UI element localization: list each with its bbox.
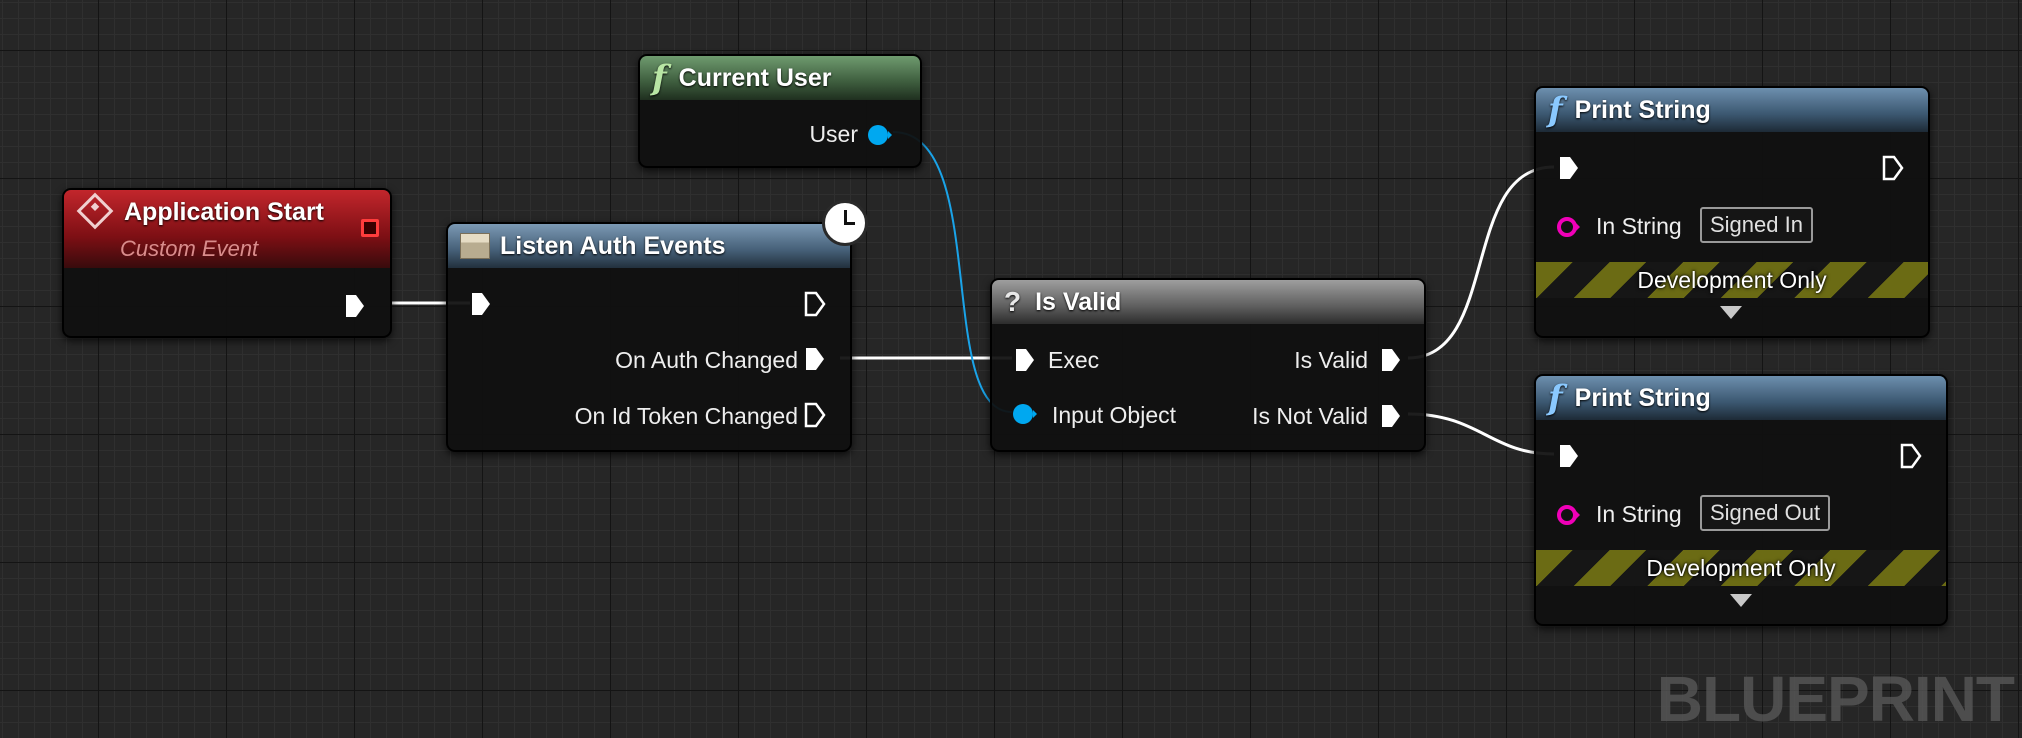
function-icon: f xyxy=(652,58,667,98)
string-in-pin[interactable] xyxy=(1556,502,1582,528)
in-string-input[interactable]: Signed In xyxy=(1700,207,1813,243)
expand-arrow-icon[interactable] xyxy=(1720,306,1742,319)
replicate-stop-icon xyxy=(361,219,379,237)
node-header: f Current User xyxy=(640,56,920,100)
exec-out-pin[interactable] xyxy=(804,291,826,317)
node-title: Listen Auth Events xyxy=(500,231,726,260)
exec-in-pin[interactable] xyxy=(470,291,492,317)
node-title: Is Valid xyxy=(1035,287,1122,316)
node-title: Print String xyxy=(1574,95,1711,124)
node-title: Print String xyxy=(1574,383,1711,412)
exec-out-pin[interactable] xyxy=(1882,155,1904,181)
pin-label-is-not-valid: Is Not Valid xyxy=(1252,403,1368,429)
node-header: ? Is Valid xyxy=(992,280,1424,324)
pin-label-on-auth-changed: On Auth Changed xyxy=(615,347,798,373)
exec-wire-notvalid-to-print2[interactable] xyxy=(1407,412,1555,456)
function-icon: f xyxy=(1548,378,1563,418)
node-header: Listen Auth Events xyxy=(448,224,850,268)
development-only-band: Development Only xyxy=(1536,262,1928,298)
object-in-pin[interactable] xyxy=(1012,401,1038,427)
node-subtitle: Custom Event xyxy=(120,236,259,261)
pin-label-exec: Exec xyxy=(1048,347,1100,373)
node-header: Application Start Custom Event xyxy=(64,190,390,268)
pin-label-in-string: In String xyxy=(1596,501,1682,527)
latent-clock-icon xyxy=(822,200,868,246)
node-print-string-signed-out[interactable]: f Print String In String Signed Out Deve… xyxy=(1534,374,1948,626)
blueprint-watermark: BLUEPRINT xyxy=(1656,663,2015,735)
in-string-input[interactable]: Signed Out xyxy=(1700,495,1831,531)
node-listen-auth-events[interactable]: Listen Auth Events On Auth Changed On Id… xyxy=(446,200,868,452)
custom-event-icon xyxy=(76,192,114,230)
pin-label-is-valid: Is Valid xyxy=(1294,347,1368,373)
object-out-pin[interactable] xyxy=(867,122,893,148)
is-valid-out-pin[interactable] xyxy=(1380,347,1402,373)
string-in-pin[interactable] xyxy=(1556,214,1582,240)
node-print-string-signed-in[interactable]: f Print String In String Signed In Devel… xyxy=(1534,86,1930,338)
pin-label-on-id-token-changed: On Id Token Changed xyxy=(574,403,798,429)
exec-in-pin[interactable] xyxy=(1014,347,1036,373)
node-application-start[interactable]: Application Start Custom Event xyxy=(62,188,392,338)
is-not-valid-out-pin[interactable] xyxy=(1380,403,1402,429)
node-is-valid[interactable]: ? Is Valid Exec Is Valid Input Object Is… xyxy=(990,278,1426,452)
development-only-band: Development Only xyxy=(1536,550,1946,586)
node-current-user[interactable]: f Current User User xyxy=(638,54,922,168)
macro-question-icon: ? xyxy=(1004,286,1022,317)
function-icon: f xyxy=(1548,90,1563,130)
exec-in-pin[interactable] xyxy=(1558,155,1580,181)
exec-wire-isvalid-to-print1[interactable] xyxy=(1407,165,1555,360)
on-id-token-changed-pin[interactable] xyxy=(804,402,826,428)
node-title: Application Start xyxy=(124,198,325,226)
node-header: f Print String xyxy=(1536,376,1946,420)
pin-label-input-object: Input Object xyxy=(1052,402,1177,428)
latent-function-icon xyxy=(460,233,490,259)
node-header: f Print String xyxy=(1536,88,1928,132)
exec-out-pin[interactable] xyxy=(344,293,366,319)
on-auth-changed-pin[interactable] xyxy=(804,346,826,372)
pin-label-user: User xyxy=(809,121,858,147)
exec-out-pin[interactable] xyxy=(1900,443,1922,469)
node-title: Current User xyxy=(678,63,832,92)
expand-arrow-icon[interactable] xyxy=(1730,594,1752,607)
pin-label-in-string: In String xyxy=(1596,213,1682,239)
exec-in-pin[interactable] xyxy=(1558,443,1580,469)
